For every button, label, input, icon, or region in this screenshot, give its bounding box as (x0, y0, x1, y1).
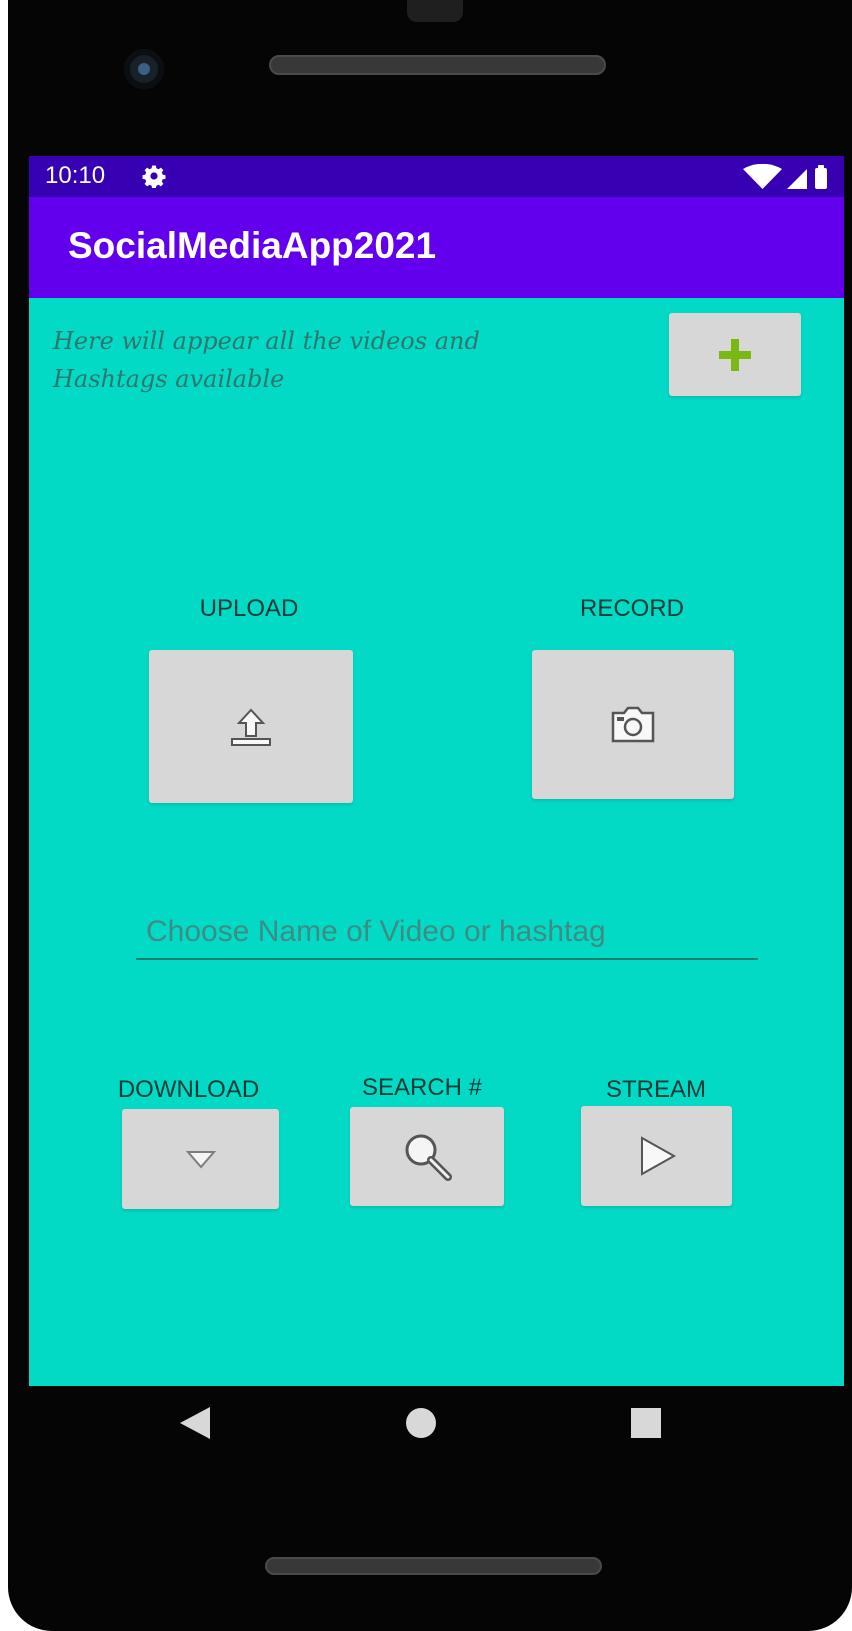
home-circle-icon[interactable] (398, 1400, 444, 1446)
app-screen: 10:10 SocialMediaApp2021 Here will appea… (29, 156, 844, 1386)
upload-label: UPLOAD (199, 595, 299, 622)
download-button[interactable] (122, 1109, 279, 1209)
gear-icon (142, 165, 166, 188)
earpiece-speaker (269, 55, 606, 75)
record-button[interactable] (532, 650, 734, 799)
recents-square-icon[interactable] (623, 1400, 669, 1446)
status-icons (743, 164, 827, 189)
top-notch (407, 0, 463, 22)
back-triangle-icon[interactable] (172, 1400, 218, 1446)
app-title: SocialMediaApp2021 (68, 225, 437, 266)
phone-frame: 10:10 SocialMediaApp2021 Here will appea… (8, 0, 852, 1631)
stream-button[interactable] (581, 1106, 732, 1206)
system-navigation-bar (29, 1386, 844, 1466)
record-label: RECORD (579, 595, 684, 622)
wifi-icon (743, 164, 782, 189)
camera-icon (611, 706, 655, 742)
search-label: SEARCH # (361, 1074, 483, 1101)
videos-hashtags-description: Here will appear all the videos and Hash… (53, 327, 480, 393)
stream-label: STREAM (605, 1076, 706, 1103)
video-name-input[interactable] (136, 906, 758, 960)
cell-signal-icon (787, 169, 807, 189)
plus-icon (719, 338, 751, 371)
front-camera (124, 49, 164, 89)
chevron-down-icon (185, 1151, 216, 1169)
status-time: 10:10 (45, 162, 106, 189)
bottom-speaker (265, 1557, 602, 1575)
battery-icon (815, 168, 827, 189)
add-button[interactable] (669, 313, 801, 396)
play-icon (640, 1136, 676, 1176)
app-bar: SocialMediaApp2021 (29, 197, 844, 298)
search-button[interactable] (350, 1107, 504, 1206)
status-bar: 10:10 (29, 156, 844, 197)
upload-icon (231, 708, 271, 746)
download-label: DOWNLOAD (117, 1076, 260, 1103)
upload-button[interactable] (149, 650, 353, 803)
main-content: Here will appear all the videos and Hash… (29, 298, 844, 1386)
search-icon (405, 1134, 452, 1181)
